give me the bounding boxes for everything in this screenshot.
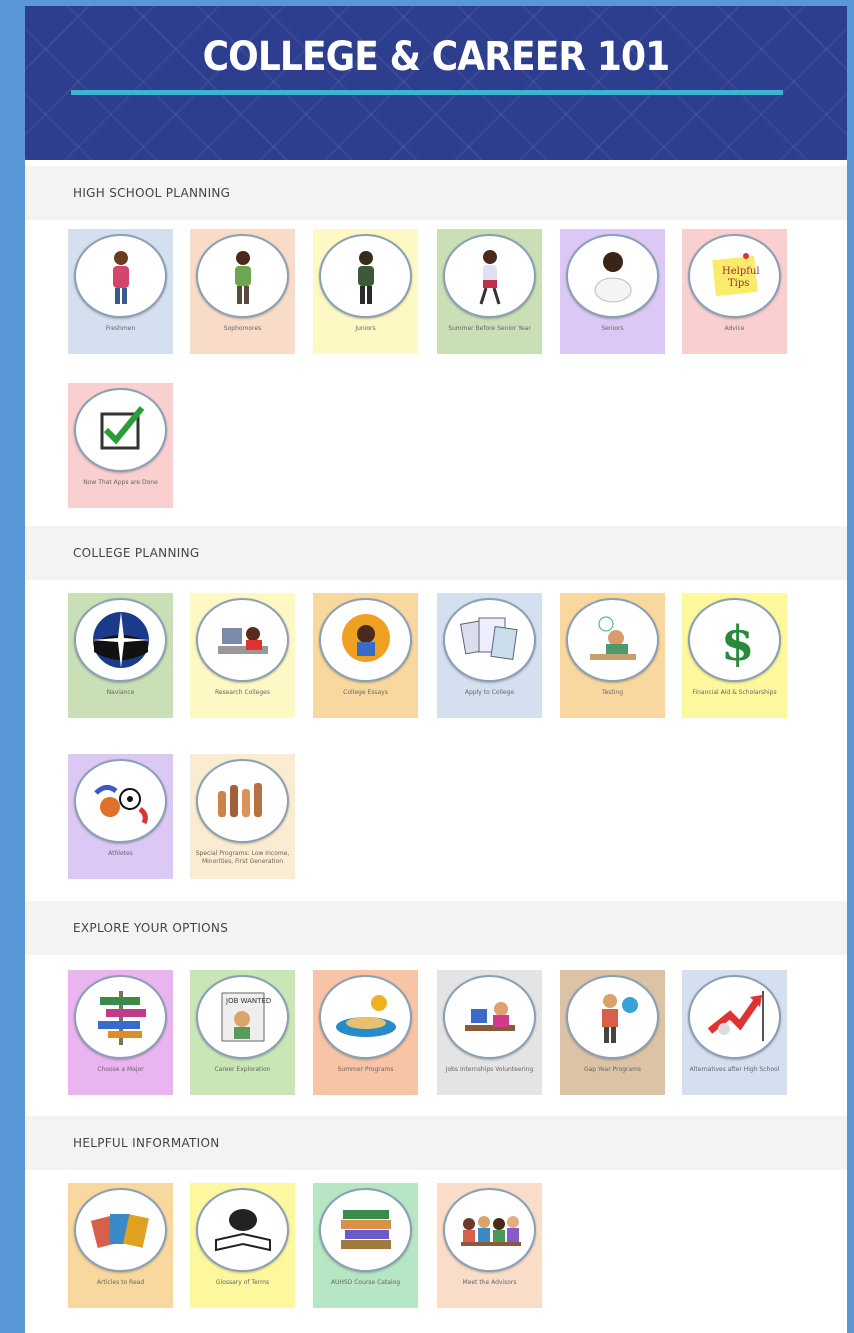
tile-label: Juniors: [355, 325, 376, 332]
tile-label: Glossary of Terms: [215, 1279, 270, 1286]
signpost-icon: [74, 975, 167, 1059]
page-title: COLLEGE & CAREER 101: [202, 34, 671, 80]
tile-label: Freshmen: [105, 325, 136, 332]
student-walking-icon: [443, 234, 536, 318]
traveler-icon: [566, 975, 659, 1059]
tile-label: Summer Programs: [337, 1066, 394, 1073]
tile-now-that-apps-are-done[interactable]: Now That Apps are Done: [68, 383, 173, 508]
tile-meet-the-advisors[interactable]: Meet the Advisors: [437, 1183, 542, 1308]
section-header-high-school-planning: HIGH SCHOOL PLANNING: [25, 166, 847, 220]
section-title: EXPLORE YOUR OPTIONS: [73, 921, 229, 935]
job-search-icon: JOB WANTED: [196, 975, 289, 1059]
tile-label: Meet the Advisors: [462, 1279, 517, 1286]
section-header-college-planning: COLLEGE PLANNING: [25, 526, 847, 580]
tile-apply-to-college[interactable]: Apply to College: [437, 593, 542, 718]
student-icon: [319, 234, 412, 318]
student-writing-icon: [319, 598, 412, 682]
desk-worker-icon: [443, 975, 536, 1059]
section-title: HIGH SCHOOL PLANNING: [73, 186, 231, 200]
tile-research-colleges[interactable]: Research Colleges: [190, 593, 295, 718]
tile-glossary-of-terms[interactable]: Glossary of Terms: [190, 1183, 295, 1308]
tile-label: Testing: [601, 689, 624, 696]
red-arrow-figure-icon: [688, 975, 781, 1059]
book-stack-icon: [319, 1188, 412, 1272]
paperwork-icon: [443, 598, 536, 682]
header-banner: COLLEGE & CAREER 101: [25, 6, 847, 160]
tile-label: Apply to College: [464, 689, 515, 696]
tile-label: Articles to Read: [96, 1279, 145, 1286]
tile-seniors[interactable]: Seniors: [560, 229, 665, 354]
tile-college-essays[interactable]: College Essays: [313, 593, 418, 718]
tile-label: Research Colleges: [215, 689, 270, 696]
tile-label: Summer Before Senior Year: [448, 325, 531, 332]
tile-label: Athletes: [108, 850, 133, 857]
helpful-tips-note-icon: Helpful Tips: [688, 234, 781, 318]
tile-sophomores[interactable]: Sophomores: [190, 229, 295, 354]
checkbox-checked-icon: [74, 388, 167, 472]
advisors-group-icon: [443, 1188, 536, 1272]
svg-text:$: $: [721, 616, 754, 672]
tile-financial-aid-scholarships[interactable]: $ Financial Aid & Scholarships: [682, 593, 787, 718]
section-header-helpful-information: HELPFUL INFORMATION: [25, 1116, 847, 1170]
tile-label: Advice: [724, 325, 745, 332]
student-boy-icon: [196, 234, 289, 318]
tile-testing[interactable]: Testing: [560, 593, 665, 718]
tile-athletes[interactable]: Athletes: [68, 754, 173, 879]
section-header-explore-your-options: EXPLORE YOUR OPTIONS: [25, 901, 847, 955]
section-title: COLLEGE PLANNING: [73, 546, 200, 560]
tile-summer-before-senior-year[interactable]: Summer Before Senior Year: [437, 229, 542, 354]
student-girl-icon: [74, 234, 167, 318]
tile-special-programs-low-income-minorities-first-generation[interactable]: Special Programs: Low Income, Minorities…: [190, 754, 295, 879]
tile-label: Alternatives after High School: [689, 1066, 780, 1073]
tile-gap-year-programs[interactable]: Gap Year Programs: [560, 970, 665, 1095]
tile-advice[interactable]: Helpful Tips Advice: [682, 229, 787, 354]
svg-text:Tips: Tips: [728, 278, 749, 289]
tile-choose-a-major[interactable]: Choose a Major: [68, 970, 173, 1095]
page: COLLEGE & CAREER 101 HIGH SCHOOL PLANNIN…: [25, 6, 847, 1333]
tile-alternatives-after-high-school[interactable]: Alternatives after High School: [682, 970, 787, 1095]
title-underline: [71, 90, 783, 95]
dollar-sign-icon: $: [688, 598, 781, 682]
student-laptop-icon: [196, 598, 289, 682]
tile-auhsd-course-catalog[interactable]: AUHSD Course Catalog: [313, 1183, 418, 1308]
sports-balls-icon: [74, 759, 167, 843]
tile-label: Special Programs: Low Income, Minorities…: [195, 850, 290, 865]
tile-label: Now That Apps are Done: [83, 479, 158, 486]
summer-beach-icon: [319, 975, 412, 1059]
tile-freshmen[interactable]: Freshmen: [68, 229, 173, 354]
tile-summer-programs[interactable]: Summer Programs: [313, 970, 418, 1095]
tile-label: Sophomores: [223, 325, 262, 332]
magazines-icon: [74, 1188, 167, 1272]
student-test-icon: [566, 598, 659, 682]
section-title: HELPFUL INFORMATION: [73, 1136, 220, 1150]
tile-articles-to-read[interactable]: Articles to Read: [68, 1183, 173, 1308]
tile-label: AUHSD Course Catalog: [330, 1279, 401, 1286]
compass-star-icon: [74, 598, 167, 682]
svg-text:Helpful: Helpful: [722, 266, 760, 277]
svg-text:JOB WANTED: JOB WANTED: [225, 997, 271, 1005]
tile-jobs-internships-volunteering[interactable]: Jobs Internships Volunteering: [437, 970, 542, 1095]
tile-juniors[interactable]: Juniors: [313, 229, 418, 354]
raised-hands-icon: [196, 759, 289, 843]
tile-label: Financial Aid & Scholarships: [692, 689, 777, 696]
student-thinking-icon: [566, 234, 659, 318]
tile-label: Career Exploration: [214, 1066, 271, 1073]
tile-naviance[interactable]: Naviance: [68, 593, 173, 718]
tile-label: Choose a Major: [97, 1066, 144, 1073]
tile-career-exploration[interactable]: JOB WANTED Career Exploration: [190, 970, 295, 1095]
tile-label: College Essays: [343, 689, 388, 696]
tile-label: Naviance: [106, 689, 135, 696]
reading-book-icon: [196, 1188, 289, 1272]
tile-label: Jobs Internships Volunteering: [445, 1066, 534, 1073]
tile-label: Gap Year Programs: [583, 1066, 642, 1073]
tile-label: Seniors: [601, 325, 624, 332]
